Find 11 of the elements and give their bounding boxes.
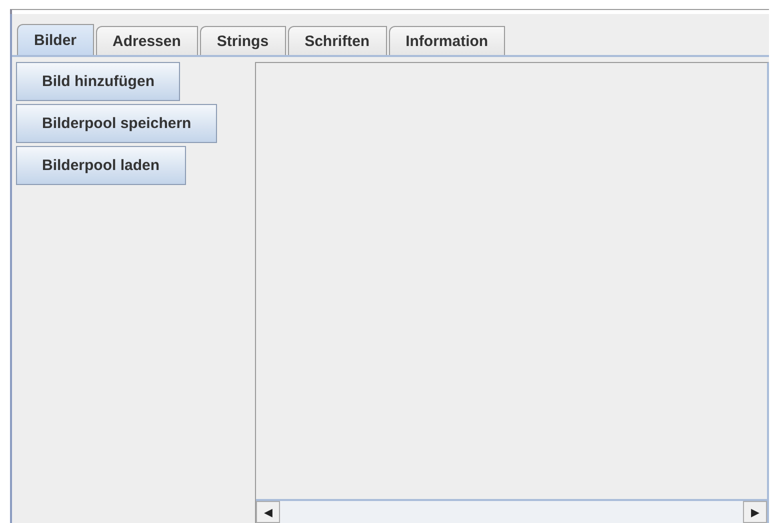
tab[interactable]: Strings [200,26,286,55]
action-button[interactable]: Bilderpool laden [16,146,186,185]
action-button[interactable]: Bilderpool speichern [16,104,218,143]
tab[interactable]: Adressen [96,26,198,55]
scroll-left-button[interactable]: ◀ [256,501,280,523]
tab[interactable]: Schriften [288,26,387,55]
scroll-right-button[interactable]: ▶ [743,501,767,523]
tab[interactable]: Bilder [17,24,94,55]
horizontal-scrollbar[interactable]: ◀ ▶ [256,499,767,523]
action-button[interactable]: Bild hinzufügen [16,62,180,101]
tab[interactable]: Information [388,26,506,55]
